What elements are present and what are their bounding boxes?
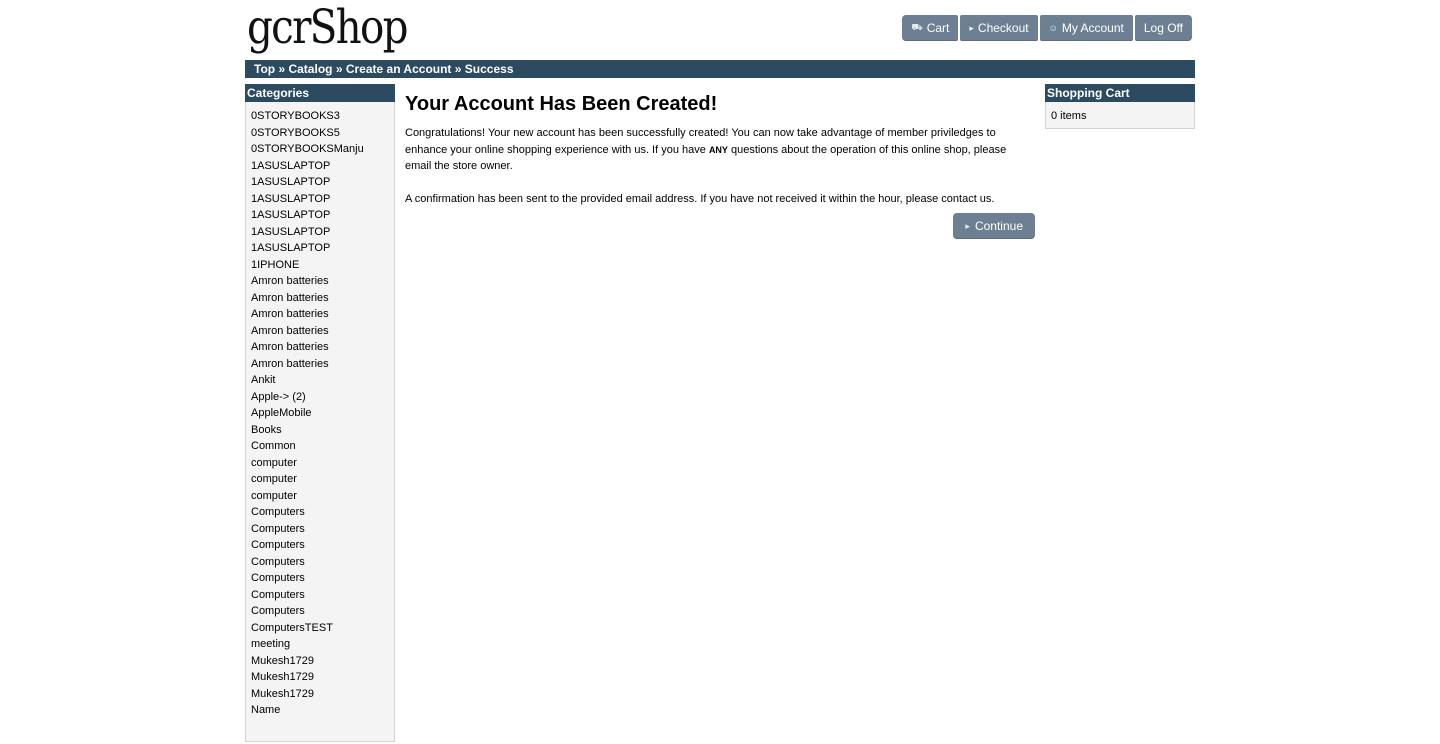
category-link[interactable]: computer bbox=[251, 455, 394, 472]
category-link[interactable]: Amron batteries bbox=[251, 356, 394, 373]
category-link[interactable]: Mukesh1729 bbox=[251, 686, 394, 703]
category-link[interactable]: Mukesh1729 bbox=[251, 653, 394, 670]
category-link[interactable]: Ankit bbox=[251, 372, 394, 389]
category-link[interactable]: Amron batteries bbox=[251, 339, 394, 356]
breadcrumb-create-account[interactable]: Create an Account bbox=[346, 62, 452, 76]
breadcrumb-separator: » bbox=[454, 62, 465, 76]
category-link[interactable]: Name bbox=[251, 702, 394, 719]
email-store-owner-link[interactable]: email the store owner bbox=[405, 160, 510, 172]
category-link[interactable]: meeting bbox=[251, 636, 394, 653]
any-emphasis: ANY bbox=[708, 144, 728, 155]
category-link[interactable]: computer bbox=[251, 488, 394, 505]
category-link[interactable]: Mukesh1729 bbox=[251, 669, 394, 686]
success-message-text-2: questions about the operation of this on… bbox=[727, 143, 1007, 156]
category-link[interactable]: Amron batteries bbox=[251, 273, 394, 290]
category-link[interactable]: Amron batteries bbox=[251, 306, 394, 323]
checkout-button-label: Checkout bbox=[977, 21, 1029, 35]
confirmation-message-text: A confirmation has been sent to the prov… bbox=[405, 192, 942, 205]
shopping-cart-box: Shopping Cart 0 items bbox=[1045, 84, 1195, 129]
success-message: Congratulations! Your new account has be… bbox=[405, 125, 1035, 175]
page-title: Your Account Has Been Created! bbox=[405, 93, 718, 115]
category-link[interactable]: 1IPHONE bbox=[251, 257, 394, 274]
my-account-button[interactable]: ☺ My Account bbox=[1039, 15, 1133, 41]
category-link[interactable]: 1ASUSLAPTOP bbox=[251, 158, 394, 175]
category-link[interactable]: 1ASUSLAPTOP bbox=[251, 174, 394, 191]
continue-row: ▸ Continue bbox=[405, 213, 1035, 239]
breadcrumb: Top » Catalog » Create an Account » Succ… bbox=[245, 60, 1195, 78]
cart-icon: ⛟ bbox=[911, 22, 923, 32]
confirmation-message: A confirmation has been sent to the prov… bbox=[405, 191, 1035, 208]
category-link[interactable]: 1ASUSLAPTOP bbox=[251, 224, 394, 241]
person-icon: ☺ bbox=[1048, 23, 1058, 33]
category-link[interactable]: 0STORYBOOKSManju bbox=[251, 141, 394, 158]
continue-button-label: Continue bbox=[974, 219, 1023, 233]
category-link[interactable]: 0STORYBOOKS5 bbox=[251, 125, 394, 142]
cart-button[interactable]: ⛟ Cart bbox=[902, 15, 959, 41]
shopping-cart-heading[interactable]: Shopping Cart bbox=[1045, 84, 1195, 102]
store-logo[interactable]: gcrShop bbox=[247, 2, 408, 54]
log-off-button-label: Log Off bbox=[1143, 21, 1183, 35]
categories-list: 0STORYBOOKS3 0STORYBOOKS5 0STORYBOOKSManju… bbox=[245, 102, 395, 742]
categories-heading: Categories bbox=[245, 84, 395, 102]
category-link[interactable]: Apple-> (2) bbox=[251, 389, 394, 406]
my-account-button-label: My Account bbox=[1061, 21, 1124, 35]
cart-button-label: Cart bbox=[926, 21, 950, 35]
contact-us-link[interactable]: contact us bbox=[941, 193, 991, 205]
header-nav: ⛟ Cart ▸ Checkout ☺ My Account Log Off bbox=[902, 15, 1192, 41]
checkout-button[interactable]: ▸ Checkout bbox=[960, 15, 1038, 41]
category-link[interactable]: Computers bbox=[251, 521, 394, 538]
breadcrumb-separator: » bbox=[335, 62, 346, 76]
category-link[interactable]: computer bbox=[251, 471, 394, 488]
punctuation: . bbox=[509, 160, 513, 172]
category-link[interactable]: AppleMobile bbox=[251, 405, 394, 422]
category-link[interactable]: 1ASUSLAPTOP bbox=[251, 191, 394, 208]
category-link[interactable]: Computers bbox=[251, 537, 394, 554]
breadcrumb-catalog[interactable]: Catalog bbox=[288, 62, 332, 76]
page: gcrShop ⛟ Cart ▸ Checkout ☺ My Account L… bbox=[245, 0, 1195, 742]
log-off-button[interactable]: Log Off bbox=[1134, 15, 1192, 41]
shopping-cart-status: 0 items bbox=[1045, 102, 1195, 129]
category-link[interactable]: Common bbox=[251, 438, 394, 455]
main-content: Your Account Has Been Created! Congratul… bbox=[405, 84, 1035, 239]
triangle-right-icon: ▸ bbox=[965, 220, 970, 231]
category-link[interactable]: Computers bbox=[251, 570, 394, 587]
category-link[interactable]: Computers bbox=[251, 554, 394, 571]
triangle-right-icon: ▸ bbox=[969, 22, 974, 33]
category-link[interactable]: ComputersTEST bbox=[251, 620, 394, 637]
continue-button[interactable]: ▸ Continue bbox=[953, 213, 1035, 239]
breadcrumb-separator: » bbox=[278, 62, 289, 76]
category-link[interactable]: Books bbox=[251, 422, 394, 439]
breadcrumb-top[interactable]: Top bbox=[254, 62, 275, 76]
category-link[interactable]: Computers bbox=[251, 587, 394, 604]
punctuation: . bbox=[991, 192, 995, 205]
category-link[interactable]: 1ASUSLAPTOP bbox=[251, 207, 394, 224]
category-link[interactable]: Computers bbox=[251, 603, 394, 620]
categories-box: Categories 0STORYBOOKS3 0STORYBOOKS5 0STOR… bbox=[245, 84, 395, 744]
category-link[interactable]: Amron batteries bbox=[251, 290, 394, 307]
category-link[interactable]: 1ASUSLAPTOP bbox=[251, 240, 394, 257]
breadcrumb-success[interactable]: Success bbox=[465, 62, 514, 76]
category-link[interactable]: 0STORYBOOKS3 bbox=[251, 108, 394, 125]
category-link[interactable]: Amron batteries bbox=[251, 323, 394, 340]
category-link[interactable]: Computers bbox=[251, 504, 394, 521]
